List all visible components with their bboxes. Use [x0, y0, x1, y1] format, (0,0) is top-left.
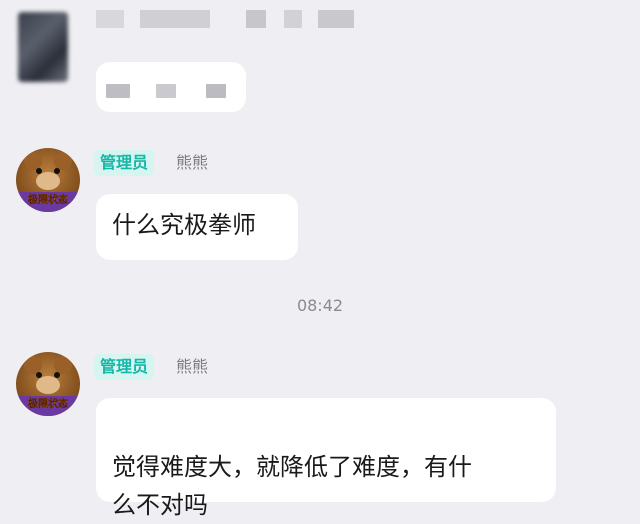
avatar-text: 极限状态	[28, 195, 68, 206]
role-badge: 管理员	[94, 354, 155, 380]
censored-avatar	[18, 12, 68, 82]
censored-bubble	[96, 62, 246, 112]
avatar-text: 极限状态	[28, 399, 68, 410]
role-badge: 管理员	[94, 150, 155, 176]
message-bubble[interactable]: 觉得难度大，就降低了难度，有什 么不对吗	[96, 398, 556, 519]
message-text: 什么究极拳师	[112, 211, 256, 239]
sender-nickname[interactable]: 熊熊	[176, 150, 208, 176]
avatar[interactable]: 极限状态	[16, 352, 80, 416]
message-text: 觉得难度大，就降低了难度，有什 么不对吗	[112, 453, 472, 519]
message-timestamp: 08:42	[296, 296, 344, 315]
censored-header	[0, 0, 640, 112]
avatar[interactable]: 极限状态	[16, 148, 80, 212]
sender-nickname[interactable]: 熊熊	[176, 354, 208, 380]
message-bubble[interactable]: 什么究极拳师	[96, 194, 298, 260]
